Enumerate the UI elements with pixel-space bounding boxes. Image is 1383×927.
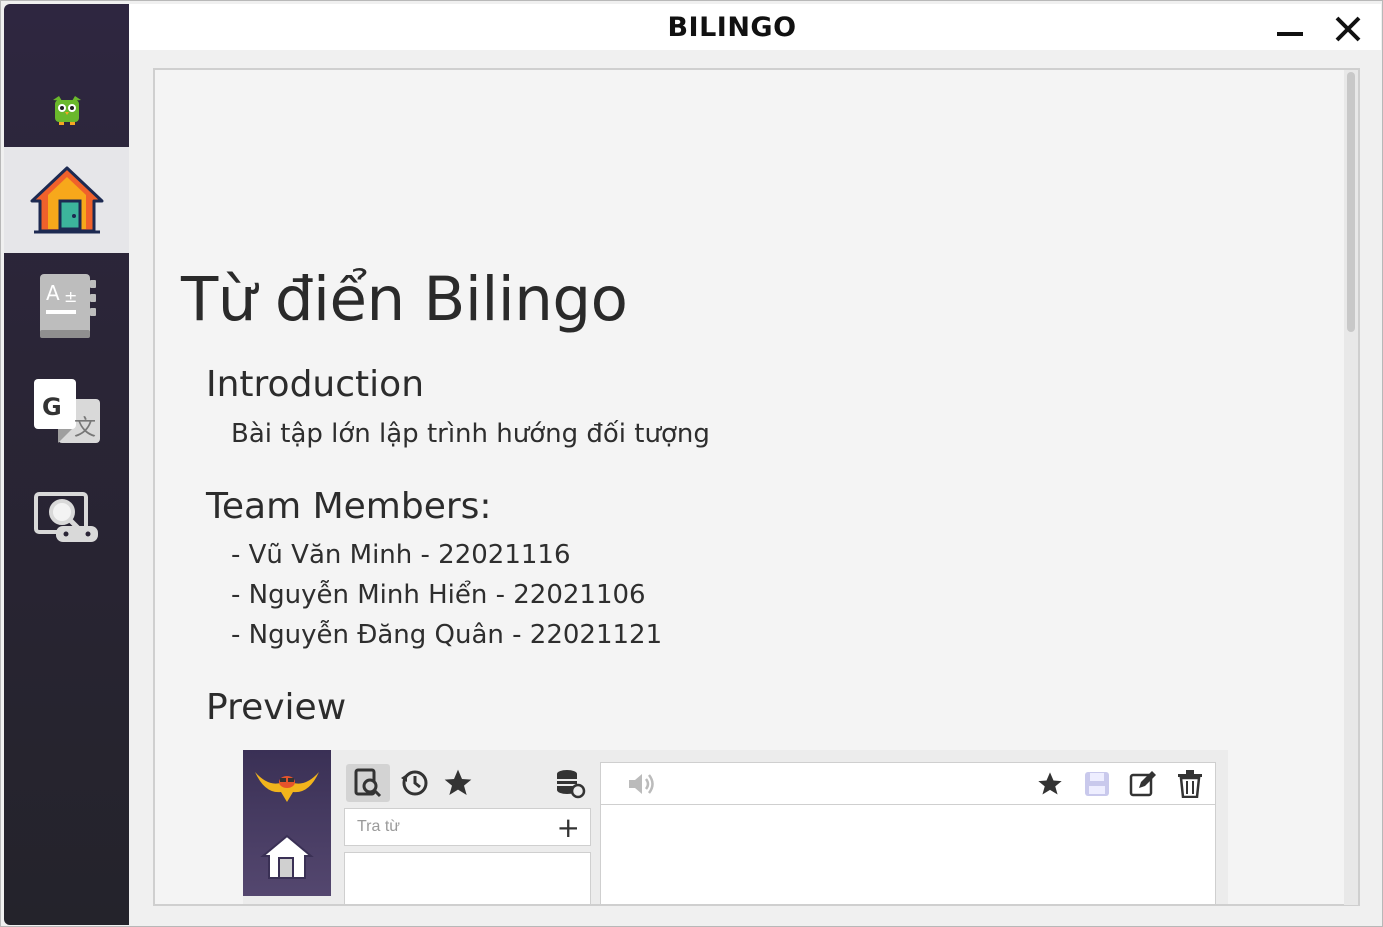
phoenix-logo-icon (255, 772, 319, 802)
page-title: Từ điển Bilingo (181, 264, 628, 335)
sidebar-item-translate[interactable]: G 文 (4, 359, 129, 465)
team-members-heading: Team Members: (206, 486, 492, 527)
search-placeholder: Tra từ (357, 818, 401, 835)
speaker-icon (627, 769, 657, 799)
svg-text:文: 文 (74, 416, 96, 441)
preview-sidebar-icons (255, 772, 319, 879)
home-icon (30, 166, 103, 234)
vertical-scrollbar[interactable] (1344, 70, 1358, 905)
dictionary-book-icon: A ± (39, 274, 96, 338)
home-content-panel[interactable]: Từ điển Bilingo Introduction Bài tập lớn… (153, 68, 1360, 906)
scrollbar-thumb[interactable] (1347, 72, 1355, 332)
app-logo (4, 4, 129, 147)
team-member-item: - Nguyễn Đăng Quân - 22021121 (231, 620, 663, 650)
preview-word-list (344, 852, 591, 904)
sidebar: A ± G 文 (4, 4, 129, 925)
add-icon: + (556, 811, 580, 844)
close-icon (1335, 16, 1361, 42)
app-window: A ± G 文 BILINGO Từ điển Bilingo Introduc… (0, 0, 1383, 927)
preview-search-input: Tra từ + (344, 808, 591, 846)
preview-home-icon (260, 834, 314, 879)
favorite-star-icon (436, 764, 480, 802)
search-tab-icon (346, 764, 390, 802)
save-icon (1082, 769, 1112, 799)
history-icon (392, 764, 436, 802)
minimize-icon (1277, 32, 1303, 36)
edit-icon (1128, 769, 1158, 799)
owl-logo-icon (53, 96, 81, 125)
database-sync-icon (548, 764, 592, 802)
preview-sidebar (243, 750, 331, 896)
preview-image: Tra từ + (243, 750, 1228, 904)
minimize-button[interactable] (1273, 12, 1307, 46)
google-translate-icon: G 文 (33, 379, 100, 443)
team-member-item: - Nguyễn Minh Hiển - 22021106 (231, 580, 646, 610)
trash-icon (1175, 769, 1205, 799)
svg-text:G: G (42, 393, 62, 421)
team-member-item: - Vũ Văn Minh - 22021116 (231, 540, 571, 570)
sidebar-item-game[interactable] (4, 465, 129, 571)
preview-definition-toolbar (601, 763, 1215, 805)
title-bar[interactable]: BILINGO (129, 4, 1381, 50)
introduction-text: Bài tập lớn lập trình hướng đối tượng (231, 419, 710, 449)
star-icon (1035, 769, 1065, 799)
window-title: BILINGO (667, 12, 797, 43)
close-button[interactable] (1331, 12, 1365, 46)
game-search-icon (33, 492, 98, 542)
svg-text:A: A (46, 281, 60, 305)
sidebar-item-dictionary[interactable]: A ± (4, 253, 129, 359)
introduction-heading: Introduction (206, 364, 425, 405)
preview-heading: Preview (206, 687, 347, 728)
preview-tabs (344, 762, 594, 806)
svg-text:±: ± (64, 287, 77, 306)
sidebar-item-home[interactable] (4, 147, 129, 253)
preview-definition-panel (600, 762, 1216, 904)
